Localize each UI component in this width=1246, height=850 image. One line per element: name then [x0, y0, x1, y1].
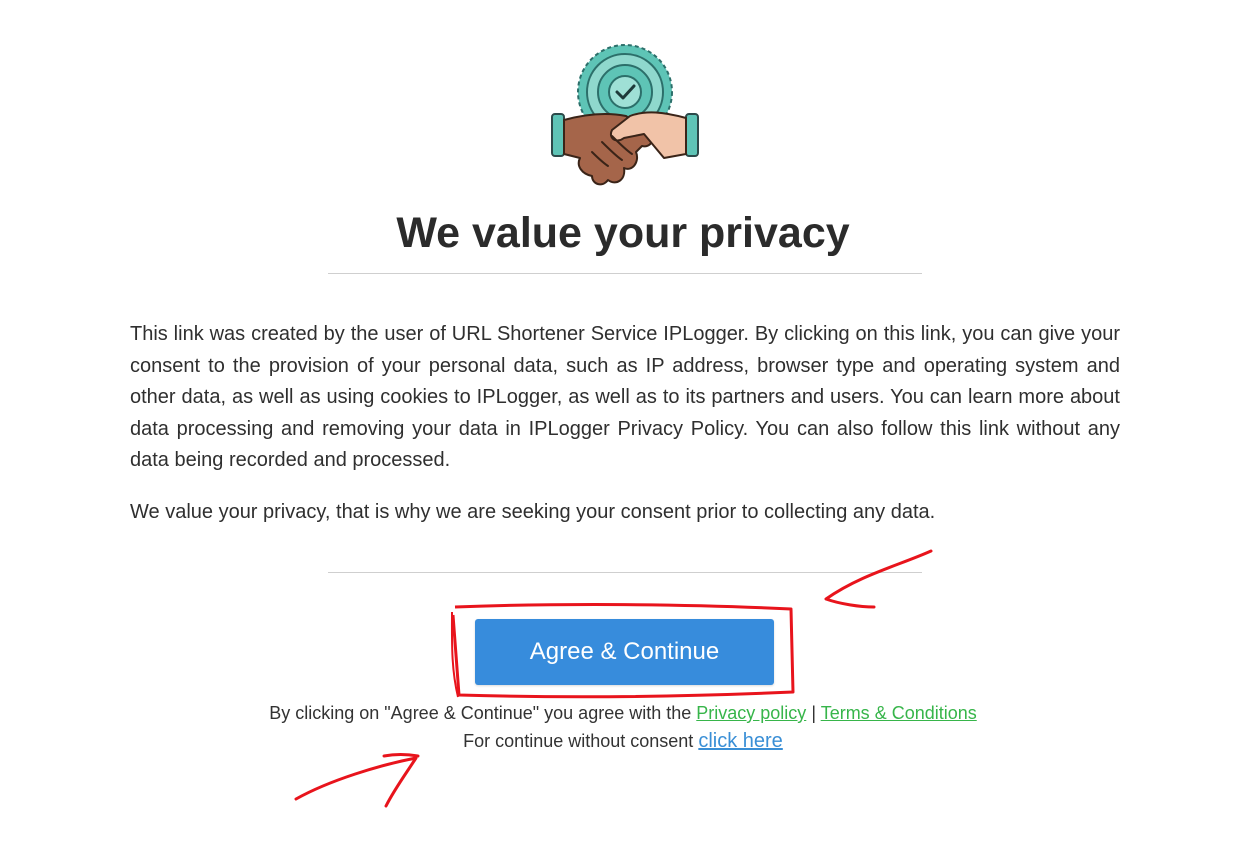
- divider: [328, 572, 922, 573]
- annotation-arrow-left-icon: [294, 753, 420, 808]
- consent-note-text: By clicking on "Agree & Continue" you ag…: [269, 703, 692, 723]
- link-separator: |: [811, 703, 816, 723]
- no-consent-note: For continue without consent click here: [0, 730, 1246, 753]
- annotation-arrow-right-icon: [824, 549, 933, 609]
- handshake-badge-icon: [551, 44, 699, 186]
- click-here-link[interactable]: click here: [698, 730, 782, 752]
- consent-note: By clicking on "Agree & Continue" you ag…: [0, 703, 1246, 724]
- page-title: We value your privacy: [396, 209, 850, 257]
- privacy-policy-link[interactable]: Privacy policy: [696, 703, 806, 723]
- divider: [328, 273, 922, 274]
- annotation-box-stroke-inner: [450, 611, 459, 698]
- terms-conditions-link[interactable]: Terms & Conditions: [821, 703, 977, 723]
- privacy-statement: We value your privacy, that is why we ar…: [130, 501, 936, 523]
- agree-continue-button[interactable]: Agree & Continue: [475, 619, 774, 685]
- consent-page: We value your privacy This link was crea…: [0, 0, 1246, 850]
- consent-description: This link was created by the user of URL…: [130, 323, 1120, 471]
- no-consent-text: For continue without consent: [463, 731, 694, 751]
